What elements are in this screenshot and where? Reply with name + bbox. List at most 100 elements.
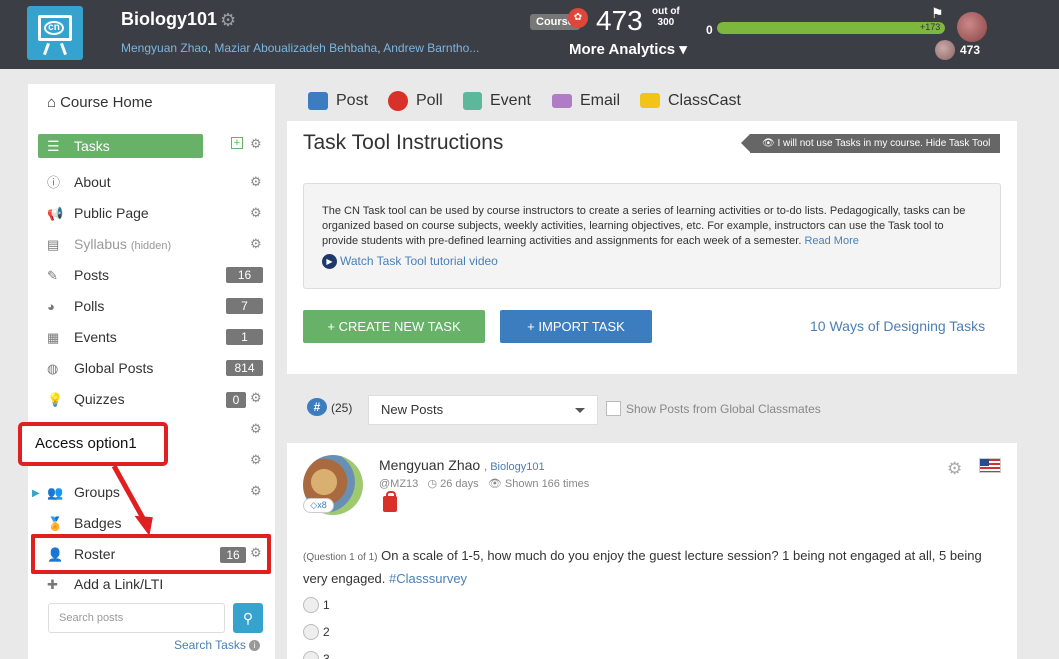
global-classmates-label: Show Posts from Global Classmates	[626, 402, 821, 416]
video-icon	[640, 93, 660, 109]
eye-icon: 👁	[487, 478, 502, 490]
poll-option-radio[interactable]	[303, 624, 319, 640]
instructor-link[interactable]: Mengyuan Zhao	[121, 41, 208, 55]
hidden-tag: (hidden)	[130, 240, 172, 252]
sidebar-item-posts[interactable]: ✎ Posts	[47, 264, 109, 286]
roster-highlight-box	[31, 534, 271, 574]
poll-icon	[388, 90, 408, 111]
post-action[interactable]: Post	[308, 88, 368, 114]
expand-caret-icon[interactable]: ▶	[32, 488, 40, 499]
author-link[interactable]: Mengyuan Zhao	[379, 457, 480, 473]
user-avatar[interactable]	[957, 12, 987, 42]
course-link[interactable]: , Biology101	[484, 461, 545, 473]
course-home-link[interactable]: ⌂ Course Home	[47, 94, 153, 111]
search-tasks-link[interactable]: Search Tasks i	[174, 638, 261, 652]
hashtag-count: (25)	[331, 401, 353, 415]
annotation-arrow	[111, 464, 153, 536]
sidebar-item-events[interactable]: ▦ Events	[47, 326, 117, 348]
hidden-item-gear-icon[interactable]: ⚙	[250, 452, 262, 468]
sidebar-item-tasks[interactable]: ☰ Tasks	[38, 134, 203, 158]
lock-icon	[383, 491, 397, 512]
sidebar-item-about[interactable]: ⓘ About	[47, 171, 111, 193]
user-score: 473	[960, 43, 981, 57]
instructions-text: The CN Task tool can be used by course i…	[322, 205, 966, 247]
info-icon: ⓘ	[47, 175, 61, 190]
course-title[interactable]: Biology101	[121, 9, 217, 30]
clock-icon: ◷	[427, 478, 438, 490]
task-card-title: Task Tool Instructions	[303, 131, 504, 154]
finish-flag-icon: ⚑	[931, 5, 944, 21]
email-action[interactable]: Email	[552, 88, 620, 114]
post-gear-icon[interactable]: ⚙	[947, 459, 962, 479]
hashtag-link[interactable]: #Classsurvey	[389, 571, 467, 586]
posts-count-badge: 16	[226, 267, 263, 283]
poll-option-label: 3	[323, 652, 330, 659]
hidden-item-gear-icon[interactable]: ⚙	[250, 421, 262, 437]
syllabus-gear-icon[interactable]: ⚙	[250, 236, 262, 252]
poll-question: (Question 1 of 1) On a scale of 1-5, how…	[303, 548, 982, 586]
polls-count-badge: 7	[226, 298, 263, 314]
diamond-badge: ◇x8	[303, 498, 334, 513]
top-header: cn Biology101 ⚙ Mengyuan Zhao, Maziar Ab…	[0, 0, 1059, 69]
ten-ways-link[interactable]: 10 Ways of Designing Tasks	[810, 318, 985, 334]
poll-option-label: 1	[323, 598, 330, 612]
pie-chart-icon: ◕	[47, 299, 55, 314]
add-task-icon[interactable]: +	[231, 137, 243, 149]
email-icon	[552, 93, 572, 108]
home-icon: ⌂	[47, 94, 57, 111]
public-page-gear-icon[interactable]: ⚙	[250, 205, 262, 221]
course-settings-gear-icon[interactable]: ⚙	[220, 10, 236, 31]
events-count-badge: 1	[226, 329, 263, 345]
poll-action[interactable]: Poll	[388, 88, 443, 114]
question-number: (Question 1 of 1)	[303, 552, 378, 563]
badge-icon: 🏅	[47, 516, 64, 531]
sidebar-item-public-page[interactable]: 📢 Public Page	[47, 202, 149, 224]
sidebar-item-quizzes[interactable]: 💡 Quizzes	[47, 388, 125, 410]
progress-min-label: 0	[706, 23, 713, 37]
list-icon: ☰	[47, 138, 60, 154]
search-button[interactable]: ⚲	[233, 603, 263, 633]
sidebar-item-syllabus[interactable]: ▤ Syllabus (hidden)	[47, 233, 171, 255]
out-of-label: out of 300	[652, 6, 680, 28]
watch-video-link[interactable]: ▶ Watch Task Tool tutorial video	[322, 253, 498, 270]
instructor-link[interactable]: Maziar Aboualizadeh Behbaha	[214, 41, 377, 55]
progress-increment: +173	[920, 22, 941, 32]
about-gear-icon[interactable]: ⚙	[250, 174, 262, 190]
calendar-icon	[463, 91, 482, 110]
poll-option-radio[interactable]	[303, 597, 319, 613]
post-meta: @MZ13 ◷ 26 days 👁 Shown 166 times	[379, 478, 590, 490]
quizzes-count-badge: 0	[226, 392, 246, 408]
import-task-button[interactable]: + IMPORT TASK	[500, 310, 652, 343]
quizzes-gear-icon[interactable]: ⚙	[250, 390, 262, 406]
global-classmates-checkbox[interactable]	[606, 401, 621, 416]
read-more-link[interactable]: Read More	[804, 235, 858, 247]
post-author: Mengyuan Zhao , Biology101	[379, 457, 545, 473]
lightbulb-icon: 💡	[47, 392, 64, 407]
sidebar-item-global-posts[interactable]: ◍ Global Posts	[47, 357, 153, 379]
classcast-action[interactable]: ClassCast	[640, 88, 741, 114]
search-posts-input[interactable]: Search posts	[48, 603, 225, 633]
document-icon: ▤	[47, 237, 60, 252]
eye-icon: 👁	[762, 138, 775, 149]
hide-task-tool-button[interactable]: 👁 I will not use Tasks in my course. Hid…	[740, 134, 1001, 153]
info-icon: i	[249, 640, 261, 652]
global-posts-count-badge: 814	[226, 360, 263, 376]
edit-icon: ✎	[47, 268, 58, 283]
post-icon	[308, 91, 328, 110]
more-analytics-dropdown[interactable]: More Analytics ▾	[569, 40, 687, 58]
tasks-gear-icon[interactable]: ⚙	[250, 136, 262, 152]
us-flag-icon[interactable]	[979, 458, 1001, 473]
event-action[interactable]: Event	[463, 88, 531, 114]
search-icon: ⚲	[242, 610, 254, 626]
post-filter-select[interactable]: New Posts	[368, 395, 598, 425]
cn-logo-icon[interactable]: cn	[27, 6, 83, 60]
create-task-button[interactable]: + CREATE NEW TASK	[303, 310, 485, 343]
hashtag-icon[interactable]: #	[307, 398, 327, 416]
course-score: 473	[596, 5, 643, 36]
poll-option-label: 2	[323, 625, 330, 639]
play-icon: ▶	[322, 254, 337, 270]
sidebar-item-polls[interactable]: ◕ Polls	[47, 295, 104, 317]
groups-gear-icon[interactable]: ⚙	[250, 483, 262, 499]
sidebar-item-add-link[interactable]: ✚ Add a Link/LTI	[47, 573, 163, 595]
instructor-link[interactable]: Andrew Barntho...	[383, 41, 479, 55]
